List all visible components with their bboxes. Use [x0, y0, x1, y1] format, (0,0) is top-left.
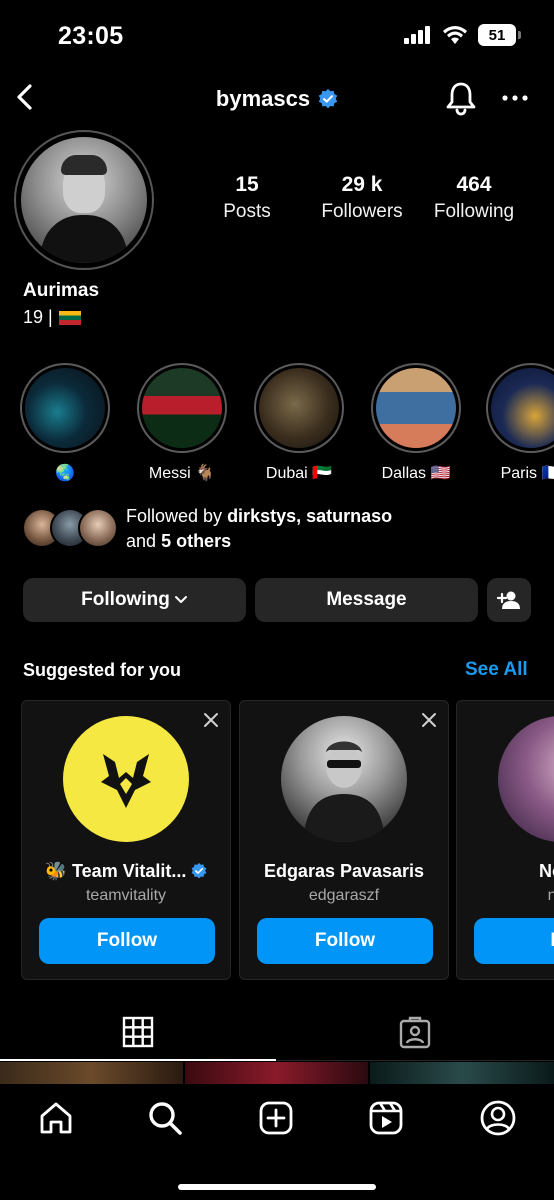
followers-count: 29 k	[341, 173, 383, 196]
suggested-card[interactable]: 🐝 Team Vitalit... teamvitality Follow	[21, 700, 231, 980]
search-icon[interactable]	[145, 1098, 185, 1138]
highlight-cover	[259, 368, 339, 448]
bottom-navigation	[0, 1084, 554, 1200]
notifications-bell-icon[interactable]	[443, 80, 479, 116]
post-thumbnail[interactable]	[370, 1062, 554, 1084]
suggested-card[interactable]: Edgaras Pavasaris edgaraszf Follow	[239, 700, 449, 980]
suggested-name-text: 🐝 Team Vitalit...	[44, 861, 187, 881]
suggested-title: Suggested for you	[23, 660, 182, 680]
suggested-card[interactable]: Noa I noa Fo	[456, 700, 554, 980]
profile-avatar[interactable]	[14, 130, 154, 270]
mutual-followers-avatars[interactable]	[22, 508, 118, 548]
active-tab-indicator	[0, 1059, 276, 1061]
suggested-card-clip: Noa I noa Fo	[456, 700, 554, 980]
highlight-item[interactable]: Paris 🇫🇷	[484, 363, 554, 483]
highlight-cover	[25, 368, 105, 448]
profile-icon[interactable]	[478, 1098, 518, 1138]
add-person-icon	[497, 591, 520, 609]
posts-label: Posts	[223, 201, 271, 222]
follow-button[interactable]: Follow	[39, 918, 215, 964]
tagged-tab-icon[interactable]	[398, 1016, 432, 1050]
highlight-item[interactable]: Dubai 🇦🇪	[252, 363, 346, 483]
close-icon[interactable]	[420, 711, 438, 729]
suggested-handle: teamvitality	[85, 887, 167, 904]
battery-icon: 51	[478, 24, 521, 46]
bio: 19 |	[23, 307, 81, 328]
home-indicator	[178, 1184, 376, 1190]
highlight-cover	[491, 368, 554, 448]
follow-button[interactable]: Fo	[474, 918, 554, 964]
username: bymascs	[215, 86, 311, 111]
posts-count: 15	[235, 173, 259, 196]
stat-followers[interactable]: 29 k Followers	[310, 173, 414, 223]
message-button[interactable]: Message	[255, 578, 478, 622]
highlight-item[interactable]: 🌏	[18, 363, 112, 483]
avatar-image	[21, 137, 147, 263]
followed-by-prefix: Followed by	[126, 506, 223, 526]
more-options-icon[interactable]	[500, 86, 530, 110]
highlight-cover	[142, 368, 222, 448]
suggest-people-button[interactable]	[487, 578, 531, 622]
grid-tab-icon[interactable]	[122, 1016, 154, 1048]
avatar	[498, 716, 554, 842]
followers-label: Followers	[321, 201, 403, 222]
reels-icon[interactable]	[366, 1098, 406, 1138]
highlight-label: Paris 🇫🇷	[500, 465, 554, 482]
team-vitality-logo	[63, 716, 189, 842]
stat-following[interactable]: 464 Following	[424, 173, 524, 223]
wifi-icon	[443, 26, 467, 44]
suggested-name: Noa I	[538, 861, 554, 881]
display-name: Aurimas	[23, 280, 100, 301]
highlight-cover	[376, 368, 456, 448]
tab-divider	[276, 1060, 554, 1061]
post-thumbnail[interactable]	[185, 1062, 368, 1084]
message-button-label: Message	[326, 589, 407, 610]
highlight-label: Dallas 🇺🇸	[381, 465, 451, 482]
highlight-item[interactable]: Dallas 🇺🇸	[369, 363, 463, 483]
highlight-label: Messi 🐐	[148, 465, 216, 482]
close-icon[interactable]	[202, 711, 220, 729]
suggested-name: Edgaras Pavasaris	[263, 861, 425, 881]
suggested-handle: edgaraszf	[308, 887, 380, 904]
suggested-handle: noa	[547, 887, 554, 904]
avatar	[78, 508, 118, 548]
verified-badge-icon	[192, 863, 207, 879]
highlight-item[interactable]: Messi 🐐	[135, 363, 229, 483]
post-thumbnail[interactable]	[0, 1062, 183, 1084]
followed-by-others: 5 others	[161, 531, 232, 551]
bio-text: 19 |	[23, 307, 53, 327]
highlight-label: 🌏	[55, 465, 75, 482]
follow-button[interactable]: Follow	[257, 918, 433, 964]
home-icon[interactable]	[36, 1098, 76, 1138]
following-count: 464	[456, 173, 492, 196]
chevron-down-icon	[174, 596, 187, 603]
highlight-label: Dubai 🇦🇪	[265, 465, 333, 482]
avatar	[281, 716, 407, 842]
followed-by-text[interactable]: Followed by dirkstys, saturnaso and 5 ot…	[126, 504, 392, 554]
lithuania-flag-icon	[58, 310, 81, 325]
following-label: Following	[433, 201, 515, 222]
create-post-icon[interactable]	[256, 1098, 296, 1138]
following-button-label: Following	[81, 589, 170, 610]
status-time: 23:05	[58, 22, 124, 50]
followed-by-and: and	[126, 531, 157, 551]
status-icons: 51	[404, 24, 521, 46]
verified-badge-icon	[318, 89, 338, 109]
followed-by-names: dirkstys, saturnaso	[227, 506, 393, 526]
stat-posts[interactable]: 15 Posts	[212, 173, 282, 223]
see-all-link[interactable]: See All	[465, 659, 528, 681]
following-button[interactable]: Following	[23, 578, 246, 622]
signal-icon	[404, 26, 430, 44]
suggested-name: 🐝 Team Vitalit...	[22, 861, 230, 882]
